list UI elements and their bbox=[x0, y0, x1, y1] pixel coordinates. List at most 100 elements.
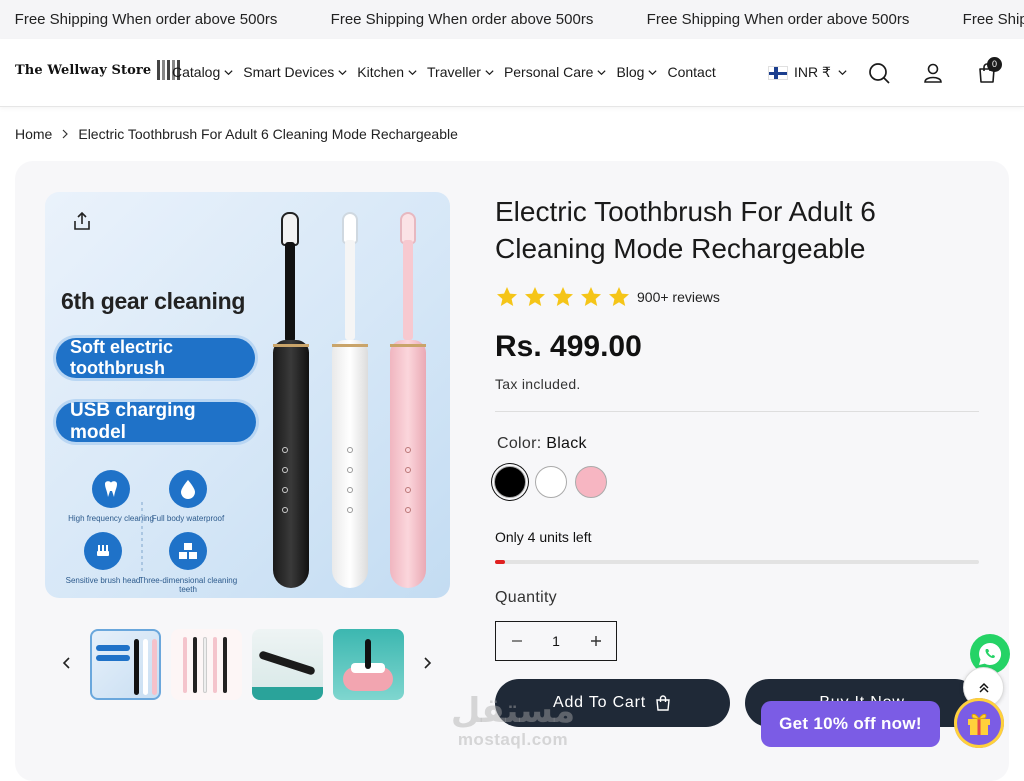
mode-dot bbox=[347, 467, 353, 473]
thumbnail-4[interactable] bbox=[333, 629, 404, 700]
announcement-item: Free Shipping When order above 500rs bbox=[330, 11, 594, 28]
account-icon[interactable] bbox=[921, 61, 945, 85]
nav-label: Smart Devices bbox=[243, 64, 335, 80]
nav-item-blog[interactable]: Blog bbox=[616, 64, 658, 80]
finland-flag-icon bbox=[768, 65, 788, 80]
discount-popup-button[interactable]: Get 10% off now! bbox=[761, 701, 940, 747]
nav-label: Blog bbox=[616, 64, 645, 80]
black-brush-neck bbox=[285, 242, 295, 342]
divider bbox=[495, 411, 979, 412]
nav-item-kitchen[interactable]: Kitchen bbox=[357, 64, 418, 80]
announcement-bar: Free Shipping When order above 500rs Fre… bbox=[0, 0, 1024, 39]
chevron-right-icon[interactable] bbox=[420, 656, 434, 670]
thumbnail-1[interactable] bbox=[90, 629, 161, 700]
chevron-down-icon bbox=[648, 69, 658, 75]
quantity-input[interactable]: 1 bbox=[537, 622, 575, 660]
brush-head-icon bbox=[84, 532, 122, 570]
nav-item-personal-care[interactable]: Personal Care bbox=[504, 64, 608, 80]
reviews-count[interactable]: 900+ reviews bbox=[637, 289, 720, 305]
chevron-down-icon bbox=[485, 69, 494, 75]
gift-icon bbox=[968, 713, 990, 735]
chevron-right-icon bbox=[62, 129, 69, 139]
double-chevron-up-icon bbox=[978, 682, 989, 693]
white-brush-neck bbox=[345, 240, 355, 340]
color-label-text: Color: bbox=[497, 435, 542, 452]
nav-item-smart-devices[interactable]: Smart Devices bbox=[243, 64, 348, 80]
feature-3d-cleaning: Three-dimensional cleaning teeth bbox=[138, 532, 238, 594]
star-icon bbox=[581, 287, 601, 306]
search-icon[interactable] bbox=[867, 61, 891, 85]
cart-count-badge: 0 bbox=[987, 57, 1002, 72]
rating-stars[interactable]: 900+ reviews bbox=[495, 285, 720, 309]
mode-dot bbox=[282, 447, 288, 453]
mode-dot bbox=[405, 467, 411, 473]
chevron-left-icon[interactable] bbox=[60, 656, 74, 670]
nav-label: Kitchen bbox=[357, 64, 404, 80]
bag-icon bbox=[656, 695, 670, 711]
mode-dot bbox=[282, 467, 288, 473]
stock-bar bbox=[495, 560, 979, 564]
image-pill-usb: USB charging model bbox=[56, 400, 256, 443]
nav-label: Catalog bbox=[172, 64, 221, 80]
increase-quantity-button[interactable] bbox=[575, 622, 616, 660]
discount-label: Get 10% off now! bbox=[779, 714, 922, 733]
chevron-down-icon bbox=[224, 69, 233, 75]
decrease-quantity-button[interactable] bbox=[496, 622, 537, 660]
plus-icon bbox=[590, 636, 601, 646]
mode-dot bbox=[405, 487, 411, 493]
nav-item-catalog[interactable]: Catalog bbox=[172, 64, 234, 80]
tooth-icon bbox=[92, 470, 130, 508]
swatch-black[interactable] bbox=[494, 466, 526, 498]
chevron-down-icon bbox=[338, 69, 347, 75]
currency-label: INR ₹ bbox=[794, 64, 831, 80]
mode-dot bbox=[347, 487, 353, 493]
announcement-item: Free Shipping When order above 500rs bbox=[962, 11, 1024, 28]
logo-text: The Wellway Store bbox=[15, 62, 152, 78]
mode-dot bbox=[282, 507, 288, 513]
watermark: مستقل mostaql.com bbox=[448, 692, 578, 750]
announcement-track: Free Shipping When order above 500rs Fre… bbox=[0, 11, 1024, 28]
minus-icon bbox=[511, 640, 522, 642]
mode-dot bbox=[347, 507, 353, 513]
mode-dot bbox=[405, 447, 411, 453]
feature-waterproof: Full body waterproof bbox=[138, 470, 238, 523]
star-icon bbox=[609, 287, 629, 306]
announcement-item: Free Shipping When order above 500rs bbox=[14, 11, 278, 28]
pink-toothbrush bbox=[390, 340, 426, 588]
quantity-label: Quantity bbox=[495, 589, 557, 606]
pink-brush-neck bbox=[403, 240, 413, 340]
thumbnail-3[interactable] bbox=[252, 629, 323, 700]
mode-dot bbox=[282, 487, 288, 493]
star-icon bbox=[553, 287, 573, 306]
black-brush-head bbox=[281, 212, 299, 246]
tax-note: Tax included. bbox=[495, 376, 581, 392]
store-logo[interactable]: The Wellway Store bbox=[15, 60, 181, 80]
currency-selector[interactable]: INR ₹ bbox=[768, 64, 848, 81]
mode-dot bbox=[405, 507, 411, 513]
gift-button[interactable] bbox=[954, 698, 1004, 748]
share-icon[interactable] bbox=[71, 210, 93, 232]
nav-label: Personal Care bbox=[503, 64, 594, 80]
stock-bar-fill bbox=[495, 560, 505, 564]
water-drop-icon bbox=[169, 470, 207, 508]
color-selected-value: Black bbox=[546, 435, 587, 452]
breadcrumb: Home Electric Toothbrush For Adult 6 Cle… bbox=[15, 126, 458, 142]
thumbnail-2[interactable] bbox=[171, 629, 242, 700]
nav-label: Traveller bbox=[427, 64, 481, 80]
nav-item-traveller[interactable]: Traveller bbox=[427, 64, 495, 80]
watermark-arabic: مستقل bbox=[450, 692, 576, 730]
swatch-white[interactable] bbox=[535, 466, 567, 498]
black-toothbrush bbox=[273, 340, 309, 588]
announcement-item: Free Shipping When order above 500rs bbox=[646, 11, 910, 28]
nav-item-contact[interactable]: Contact bbox=[667, 64, 715, 80]
black-brush-ring bbox=[273, 344, 309, 347]
nav-label: Contact bbox=[667, 64, 716, 80]
swatch-pink[interactable] bbox=[575, 466, 607, 498]
main-nav: Catalog Smart Devices Kitchen Traveller … bbox=[172, 64, 725, 80]
star-icon bbox=[497, 287, 517, 306]
main-product-image[interactable]: 6th gear cleaning Soft electric toothbru… bbox=[45, 192, 450, 598]
whatsapp-icon bbox=[979, 642, 1002, 665]
stock-text: Only 4 units left bbox=[495, 529, 592, 545]
breadcrumb-home[interactable]: Home bbox=[15, 126, 52, 142]
site-header: The Wellway Store Catalog Smart Devices … bbox=[0, 39, 1024, 107]
